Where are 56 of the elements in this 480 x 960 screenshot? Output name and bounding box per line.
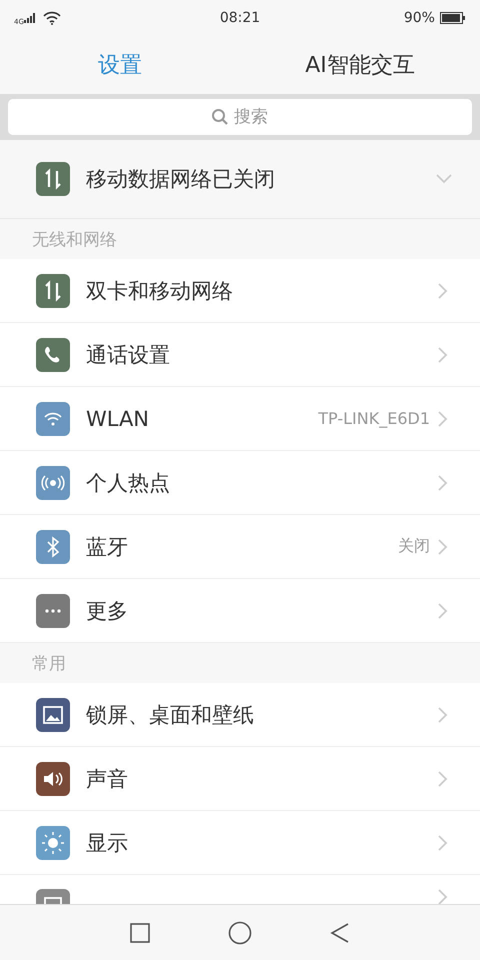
chevron-right-icon — [438, 346, 448, 362]
chevron-right-icon — [438, 770, 448, 786]
battery-icon — [440, 12, 466, 24]
settings-row[interactable]: WLAN TP-LINK_E6D1 — [0, 387, 480, 451]
speaker-icon — [36, 762, 70, 796]
banner-label: 移动数据网络已关闭 — [86, 166, 276, 193]
chevron-right-icon — [438, 834, 448, 850]
settings-row[interactable]: 个人热点 — [0, 451, 480, 515]
row-label: 锁屏、桌面和壁纸 — [86, 702, 255, 728]
image-icon — [36, 698, 70, 732]
chevron-right-icon — [438, 602, 448, 618]
chevron-down-icon — [436, 174, 452, 184]
signal-icon — [24, 13, 38, 23]
chevron-right-icon — [438, 282, 448, 298]
settings-row[interactable]: 显示 — [0, 811, 480, 875]
section-header: 无线和网络 — [32, 228, 117, 250]
phone-icon — [36, 338, 70, 372]
tab[interactable]: AI智能交互 — [240, 36, 480, 94]
settings-row[interactable]: 双卡和移动网络 — [0, 259, 480, 323]
recents-icon[interactable] — [130, 922, 150, 942]
row-label: 个人热点 — [86, 470, 171, 496]
bluetooth-icon — [36, 530, 70, 564]
battery-percent: 90% — [404, 10, 435, 26]
sun-icon — [36, 826, 70, 860]
row-label: 显示 — [86, 830, 129, 856]
row-label: WLAN — [86, 406, 150, 430]
settings-row[interactable]: 蓝牙 关闭 — [0, 515, 480, 579]
home-icon[interactable] — [228, 920, 252, 944]
chevron-right-icon — [438, 474, 448, 490]
data-arrows-icon — [36, 162, 70, 196]
mobile-data-banner[interactable]: 移动数据网络已关闭 — [0, 140, 480, 219]
chevron-right-icon — [438, 889, 448, 904]
wifi-icon — [42, 11, 61, 25]
search-icon — [211, 108, 229, 126]
search-field[interactable]: 搜索 — [8, 99, 472, 135]
row-value: TP-LINK_E6D1 — [318, 409, 430, 428]
row-label: 声音 — [86, 766, 129, 792]
row-label: 蓝牙 — [86, 534, 129, 560]
row-label: 双卡和移动网络 — [86, 278, 234, 304]
clock: 08:21 — [220, 10, 260, 26]
data-arrows-icon — [36, 274, 70, 308]
settings-row[interactable]: 锁屏、桌面和壁纸 — [0, 683, 480, 747]
chevron-right-icon — [438, 706, 448, 722]
wifi-icon — [36, 402, 70, 436]
settings-row[interactable]: 通话设置 — [0, 323, 480, 387]
back-icon[interactable] — [330, 922, 350, 944]
settings-row[interactable]: 更多 — [0, 579, 480, 643]
chevron-right-icon — [438, 410, 448, 426]
settings-row[interactable]: 声音 — [0, 747, 480, 811]
hotspot-icon — [36, 466, 70, 500]
row-label: 更多 — [86, 598, 129, 624]
row-value: 关闭 — [398, 536, 430, 557]
chevron-right-icon — [438, 538, 448, 554]
more-icon — [36, 594, 70, 628]
row-label: 通话设置 — [86, 342, 171, 368]
section-header: 常用 — [32, 652, 66, 674]
